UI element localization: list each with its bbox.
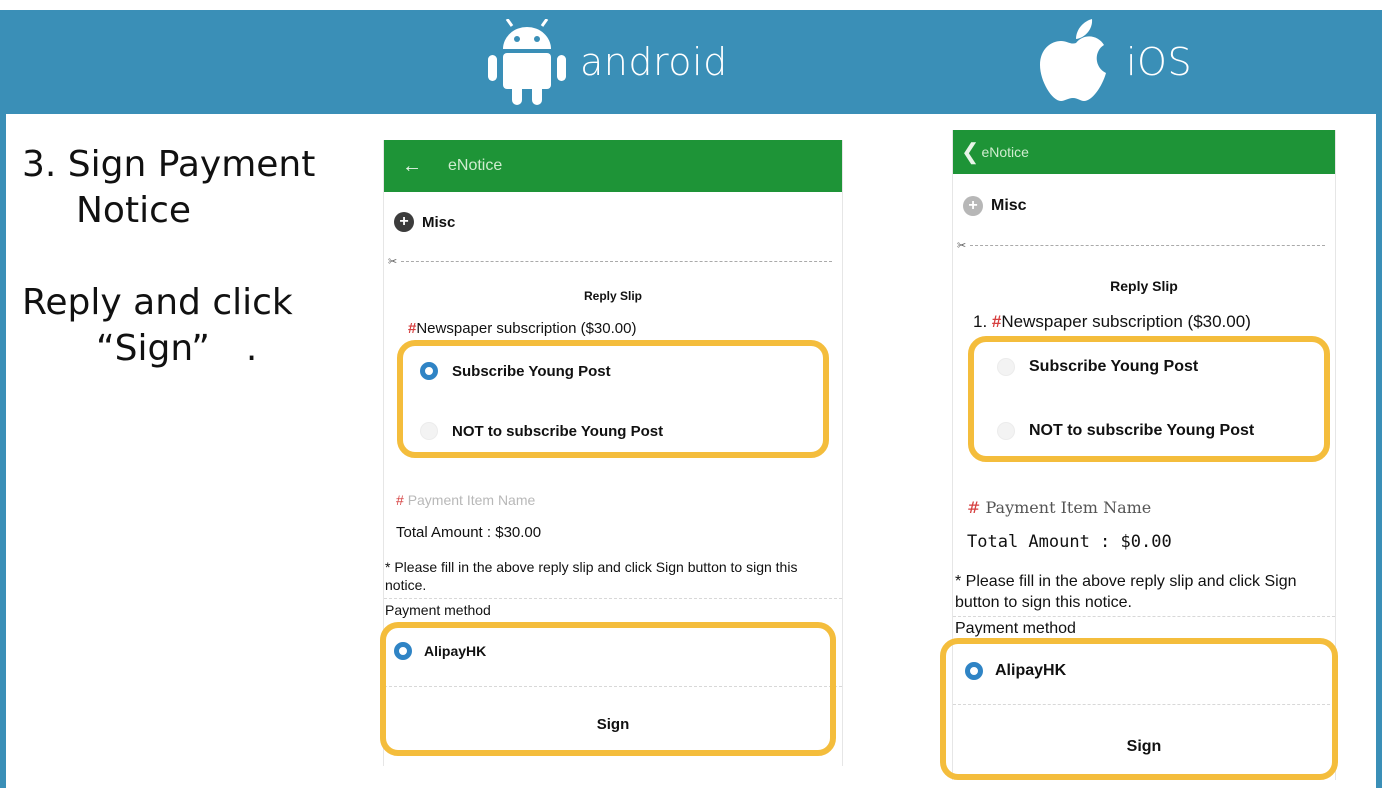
total-amount: Total Amount : $30.00	[396, 524, 542, 541]
question-label: 1. #Newspaper subscription ($30.00)	[973, 312, 1251, 332]
option-subscribe[interactable]: Subscribe Young Post	[997, 358, 1198, 376]
cut-line: ✂	[388, 254, 832, 268]
radio-unselected-icon[interactable]	[997, 422, 1015, 440]
required-mark: #	[991, 312, 1002, 331]
reply-slip-title: Reply Slip	[583, 289, 642, 303]
payment-item-name: # Payment Item Name	[396, 492, 535, 508]
step-instruction: Reply and click “Sign” .	[22, 280, 293, 372]
payment-method-text: AlipayHK	[424, 643, 487, 659]
ios-app-bar: ❮ eNotice	[953, 130, 1335, 174]
option-label: NOT to subscribe Young Post	[1029, 422, 1255, 439]
step-title-line2: Notice	[76, 190, 192, 231]
question-number: 1.	[973, 312, 988, 331]
payment-method-label: Payment method	[385, 602, 491, 618]
sign-button[interactable]: Sign	[953, 738, 1335, 756]
frame-left	[0, 114, 6, 788]
option-label: Subscribe Young Post	[1029, 358, 1199, 375]
app-bar-title: eNotice	[448, 157, 503, 174]
expand-plus-icon[interactable]: +	[394, 212, 414, 232]
misc-section[interactable]: + Misc	[963, 196, 1027, 216]
frame-right	[1376, 114, 1382, 788]
dashed-divider	[384, 686, 842, 687]
sign-button[interactable]: Sign	[384, 716, 842, 733]
sign-instruction-note: * Please fill in the above reply slip an…	[955, 573, 1297, 611]
option-label: NOT to subscribe Young Post	[452, 422, 664, 440]
android-app-bar: ← eNotice	[384, 140, 842, 192]
ios-screen: ❮ eNotice + Misc ✂ Reply Slip 1. #Newspa…	[952, 130, 1336, 780]
dashed-divider	[953, 616, 1335, 617]
dashed-divider	[970, 244, 1325, 246]
radio-unselected-icon[interactable]	[997, 358, 1015, 376]
required-mark: #	[967, 498, 981, 517]
step-title-line1: 3. Sign Payment	[22, 144, 316, 185]
step-title: 3. Sign Payment Notice	[22, 142, 315, 234]
apple-logo-icon	[1040, 19, 1112, 105]
dashed-divider	[953, 704, 1335, 705]
option-not-subscribe[interactable]: NOT to subscribe Young Post	[997, 422, 1254, 440]
dashed-divider	[401, 260, 832, 262]
question-label: #Newspaper subscription ($30.00)	[408, 320, 636, 337]
payment-method-label: Payment method	[955, 620, 1076, 637]
dashed-divider	[384, 598, 842, 599]
scissors-icon: ✂	[388, 255, 398, 268]
question-text: Newspaper subscription ($30.00)	[1001, 312, 1251, 331]
question-text: Newspaper subscription ($30.00)	[416, 320, 637, 337]
option-not-subscribe[interactable]: NOT to subscribe Young Post	[420, 422, 663, 440]
payment-item-name: # Payment Item Name	[967, 498, 1151, 517]
ios-label: iOS	[1126, 40, 1193, 84]
step-instruction-line2: “Sign” .	[96, 328, 258, 369]
required-mark: #	[396, 492, 404, 508]
payment-method-alipayhk[interactable]: AlipayHK	[965, 662, 1066, 680]
payment-method-alipayhk[interactable]: AlipayHK	[394, 642, 486, 660]
misc-label: Misc	[422, 213, 456, 231]
back-chevron-icon[interactable]: ❮	[961, 139, 979, 165]
android-header: android	[488, 10, 728, 114]
misc-label: Misc	[991, 197, 1027, 214]
radio-selected-icon[interactable]	[394, 642, 412, 660]
sign-instruction-note: * Please fill in the above reply slip an…	[385, 559, 798, 593]
radio-selected-icon[interactable]	[420, 362, 438, 380]
app-bar-title: eNotice	[981, 144, 1029, 160]
cut-line: ✂	[957, 238, 1325, 252]
ios-header: iOS	[1040, 10, 1192, 114]
radio-selected-icon[interactable]	[965, 662, 983, 680]
back-arrow-icon[interactable]: ←	[402, 155, 422, 178]
payment-method-text: AlipayHK	[995, 662, 1067, 679]
expand-plus-icon[interactable]: +	[963, 196, 983, 216]
misc-section[interactable]: + Misc	[394, 212, 455, 232]
android-robot-icon	[488, 19, 566, 105]
step-instruction-line1: Reply and click	[22, 282, 293, 323]
option-subscribe[interactable]: Subscribe Young Post	[420, 362, 611, 380]
total-amount: Total Amount : $0.00	[967, 532, 1172, 552]
android-label: android	[580, 40, 728, 84]
platform-banner: android iOS	[0, 10, 1382, 114]
payment-item-text: Payment Item Name	[985, 498, 1152, 517]
reply-slip-title: Reply Slip	[1110, 278, 1178, 294]
radio-unselected-icon[interactable]	[420, 422, 438, 440]
android-screen: ← eNotice + Misc ✂ Reply Slip #Newspaper…	[383, 140, 843, 766]
payment-item-text: Payment Item Name	[407, 492, 536, 508]
option-label: Subscribe Young Post	[452, 362, 611, 380]
scissors-icon: ✂	[957, 239, 967, 252]
